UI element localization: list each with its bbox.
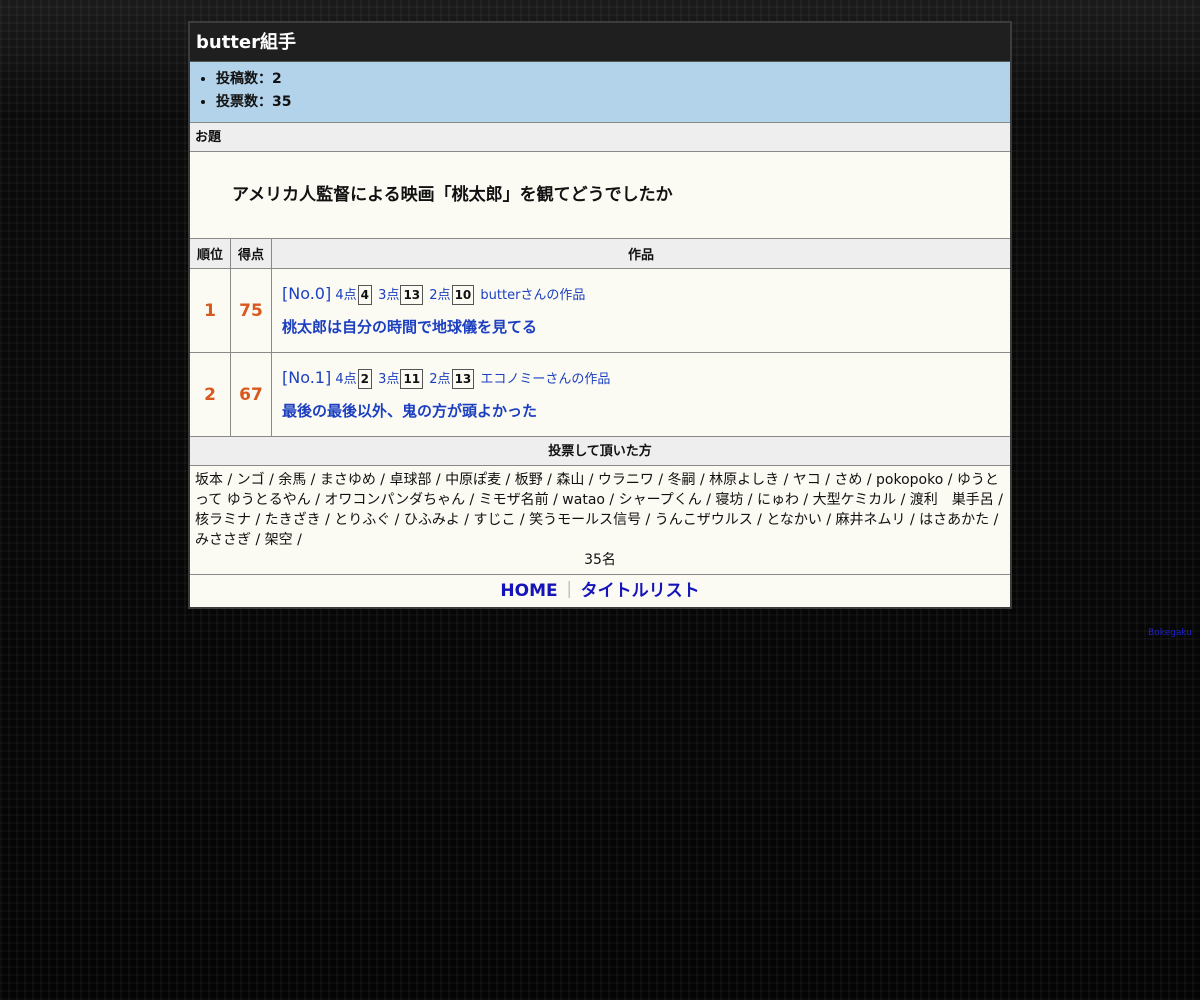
score-header: 得点 [230, 239, 272, 269]
post-count: 投稿数：2 [216, 68, 1010, 91]
points-4-label: 4点 [335, 372, 357, 387]
points-2-count: 13 [451, 369, 475, 389]
topic-text: アメリカ人監督による映画「桃太郎」を観てどうでしたか [190, 152, 1010, 239]
title-list-link[interactable]: タイトルリスト [581, 581, 700, 601]
table-row: 1 75 [No.0] 4点 4 3点 13 2点 10 butterさんの作品 桃太… [190, 268, 1010, 353]
results-panel: butter組手 投稿数：2 投票数：35 お題 アメリカ人監督による映画「桃太… [188, 21, 1012, 609]
work-number-link[interactable]: [No.1] [282, 368, 331, 387]
footer-nav: HOME ｜タイトルリスト [190, 575, 1010, 607]
rank-cell: 1 [190, 268, 231, 353]
work-meta: [No.0] 4点 4 3点 13 2点 10 butterさんの作品 [282, 284, 1000, 306]
results-table: 順位 得点 作品 1 75 [No.0] 4点 4 3点 13 2点 10 butte… [190, 239, 1010, 437]
points-4-label: 4点 [335, 288, 357, 303]
points-4-count: 4 [357, 285, 373, 305]
author-link[interactable]: butterさんの作品 [480, 288, 585, 303]
score-cell: 75 [230, 268, 272, 353]
points-2-label: 2点 [429, 288, 451, 303]
rank-cell: 2 [190, 352, 231, 437]
home-link[interactable]: HOME [500, 581, 557, 601]
work-meta: [No.1] 4点 2 3点 11 2点 13 エコノミーさんの作品 [282, 368, 1000, 390]
footer-separator: ｜ [560, 581, 578, 601]
stats-list: 投稿数：2 投票数：35 [190, 68, 1010, 114]
voter-list: 坂本 / ンゴ / 余馬 / まさゆめ / 卓球部 / 中原ぽ麦 / 板野 / … [195, 472, 1003, 548]
work-number-link[interactable]: [No.0] [282, 284, 331, 303]
points-4-count: 2 [357, 369, 373, 389]
author-link[interactable]: エコノミーさんの作品 [480, 372, 610, 387]
voters-heading: 投票して頂いた方 [190, 437, 1010, 466]
voter-count: 35名 [584, 552, 616, 568]
table-header-row: 順位 得点 作品 [190, 239, 1010, 269]
topic-heading: お題 [190, 123, 1010, 152]
points-3-label: 3点 [378, 288, 400, 303]
rank-header: 順位 [190, 239, 231, 269]
points-2-label: 2点 [429, 372, 451, 387]
vote-count: 投票数：35 [216, 91, 1010, 114]
voters-section: 坂本 / ンゴ / 余馬 / まさゆめ / 卓球部 / 中原ぽ麦 / 板野 / … [190, 466, 1010, 575]
points-3-label: 3点 [378, 372, 400, 387]
work-cell: [No.1] 4点 2 3点 11 2点 13 エコノミーさんの作品 最後の最後以外、… [271, 352, 1010, 437]
score-cell: 67 [230, 352, 272, 437]
table-row: 2 67 [No.1] 4点 2 3点 11 2点 13 エコノミーさんの作品 最後の… [190, 352, 1010, 437]
work-cell: [No.0] 4点 4 3点 13 2点 10 butterさんの作品 桃太郎は自分の… [271, 268, 1010, 353]
work-title-link[interactable]: 最後の最後以外、鬼の方が頭よかった [282, 402, 537, 420]
work-header: 作品 [271, 239, 1010, 269]
site-credit-link[interactable]: Bokegaku [1148, 628, 1192, 638]
page-title: butter組手 [190, 23, 1010, 62]
points-3-count: 13 [400, 285, 424, 305]
points-2-count: 10 [451, 285, 475, 305]
work-title-link[interactable]: 桃太郎は自分の時間で地球儀を見てる [282, 318, 537, 336]
points-3-count: 11 [400, 369, 424, 389]
stats-box: 投稿数：2 投票数：35 [190, 62, 1010, 123]
